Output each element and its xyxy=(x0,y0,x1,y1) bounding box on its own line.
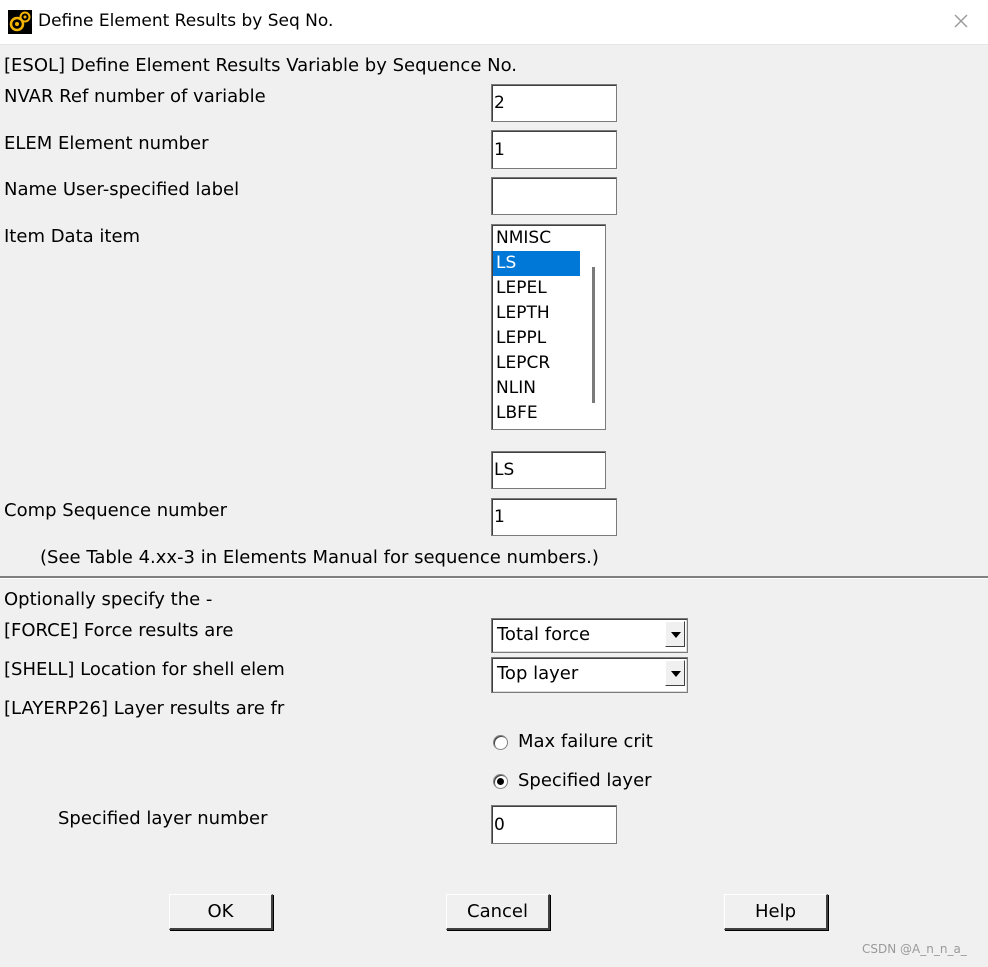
window-title: Define Element Results by Seq No. xyxy=(38,11,334,31)
comp-label: Comp Sequence number xyxy=(4,500,228,521)
optional-heading: Optionally specify the - xyxy=(4,589,213,610)
ok-button[interactable]: OK xyxy=(169,894,273,930)
app-icon xyxy=(8,10,32,34)
layer-number-label: Specified layer number xyxy=(58,808,268,829)
list-item[interactable]: LBFE xyxy=(493,401,580,426)
shell-select[interactable]: Top layer xyxy=(491,657,688,693)
list-item[interactable]: NLIN xyxy=(493,376,580,401)
sequence-note: (See Table 4.xx-3 in Elements Manual for… xyxy=(40,547,599,568)
section-divider xyxy=(0,576,988,579)
list-item[interactable]: LEPEL xyxy=(493,276,580,301)
layerp26-label: [LAYERP26] Layer results are fr xyxy=(4,698,285,719)
radio-specified-layer[interactable] xyxy=(493,774,508,789)
shell-label: [SHELL] Location for shell elem xyxy=(4,659,285,680)
force-select[interactable]: Total force xyxy=(491,618,688,653)
list-item-selected[interactable]: LS xyxy=(493,251,580,276)
item-selection-field[interactable] xyxy=(491,451,606,489)
list-item[interactable]: NMISC xyxy=(493,226,580,251)
esol-header: [ESOL] Define Element Results Variable b… xyxy=(4,55,517,76)
shell-select-value: Top layer xyxy=(497,663,579,684)
name-input[interactable] xyxy=(491,177,617,215)
help-button[interactable]: Help xyxy=(724,894,828,930)
nvar-label: NVAR Ref number of variable xyxy=(4,86,266,107)
elem-label: ELEM Element number xyxy=(4,133,209,154)
close-icon[interactable] xyxy=(946,6,976,36)
radio-max-failure[interactable] xyxy=(493,735,508,750)
force-label: [FORCE] Force results are xyxy=(4,620,234,641)
chevron-down-icon[interactable] xyxy=(665,621,685,647)
item-label: Item Data item xyxy=(4,226,141,247)
list-scrollbar[interactable] xyxy=(592,267,595,403)
radio-specified-layer-label[interactable]: Specified layer xyxy=(518,770,652,791)
elem-input[interactable] xyxy=(491,130,617,169)
item-listbox[interactable]: NMISC LS LEPEL LEPTH LEPPL LEPCR NLIN LB… xyxy=(491,224,606,430)
name-label: Name User-specified label xyxy=(4,179,240,200)
radio-max-failure-label[interactable]: Max failure crit xyxy=(518,731,653,752)
watermark: CSDN @A_n_n_a_ xyxy=(862,942,967,956)
nvar-input[interactable] xyxy=(491,84,617,122)
comp-input[interactable] xyxy=(491,498,617,536)
list-item[interactable]: LEPCR xyxy=(493,351,580,376)
list-item[interactable]: LEPPL xyxy=(493,326,580,351)
list-item[interactable]: LEPTH xyxy=(493,301,580,326)
layer-number-input[interactable] xyxy=(491,805,617,844)
chevron-down-icon[interactable] xyxy=(665,660,685,686)
cancel-button[interactable]: Cancel xyxy=(446,894,550,930)
force-select-value: Total force xyxy=(497,624,591,645)
title-bar: Define Element Results by Seq No. xyxy=(0,0,988,45)
